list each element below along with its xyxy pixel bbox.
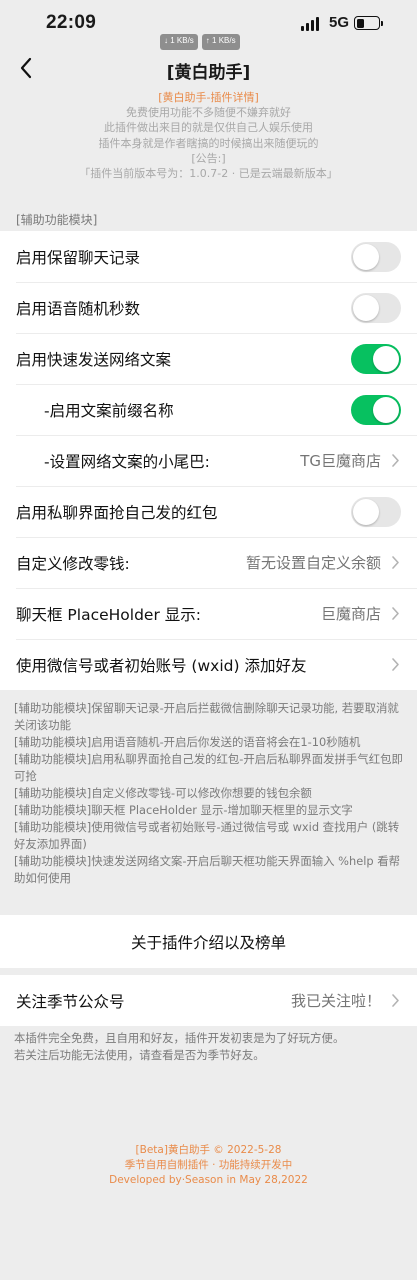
setting-add-friend-by-wxid[interactable]: 使用微信号或者初始账号 (wxid) 添加好友 xyxy=(0,639,417,690)
footer: [Beta]黄白助手 © 2022-5-28 季节自用自制插件 · 功能持续开发… xyxy=(0,1143,417,1188)
follow-official-account-row[interactable]: 关注季节公众号 我已关注啦！ xyxy=(0,975,417,1026)
plugin-info-line: 免费使用功能不多随便不嫌弃就好 xyxy=(126,106,291,120)
settings-card: 启用保留聊天记录 启用语音随机秒数 启用快速发送网络文案 -启用文案前缀名称 -… xyxy=(0,231,417,690)
description-item: [辅助功能模块]自定义修改零钱-可以修改你想要的钱包余额 xyxy=(14,786,312,800)
setting-value: 巨魔商店 xyxy=(320,605,381,623)
setting-copy-prefix-name: -启用文案前缀名称 xyxy=(0,384,417,435)
signal-icon xyxy=(301,17,319,31)
setting-label: 使用微信号或者初始账号 (wxid) 添加好友 xyxy=(16,656,307,675)
follow-note: 本插件完全免费，且自用和好友，插件开发初衷是为了好玩方便。 若关注后功能无法使用… xyxy=(14,1030,406,1064)
setting-keep-chat-history: 启用保留聊天记录 xyxy=(0,231,417,282)
description-item: [辅助功能模块]使用微信号或者初始账号-通过微信号或 wxid 查找用户 (跳转… xyxy=(14,820,400,851)
chevron-right-icon xyxy=(391,657,401,673)
chevron-right-icon xyxy=(391,555,401,571)
description-item: [辅助功能模块]快速发送网络文案-开启后聊天框功能天界面输入 %help 看帮助… xyxy=(14,854,401,885)
description-item: [辅助功能模块]保留聊天记录-开启后拦截微信删除聊天记录功能, 若要取消就关闭该… xyxy=(14,701,399,732)
description-item: [辅助功能模块]启用私聊界面抢自己发的红包-开启后私聊界面发拼手气红包即可抢 xyxy=(14,752,403,783)
download-speed: ↓ 1 KB/s xyxy=(160,34,198,50)
follow-status: 我已关注啦！ xyxy=(290,992,381,1010)
nav-bar: [黄白助手] xyxy=(0,52,417,86)
keep-chat-history-toggle[interactable] xyxy=(351,241,401,272)
follow-note-line: 本插件完全免费，且自用和好友，插件开发初衷是为了好玩方便。 xyxy=(14,1031,345,1045)
setting-label: -设置网络文案的小尾巴: xyxy=(44,452,210,471)
feature-descriptions: [辅助功能模块]保留聊天记录-开启后拦截微信删除聊天记录功能, 若要取消就关闭该… xyxy=(14,700,406,887)
setting-grab-own-red-packet: 启用私聊界面抢自己发的红包 xyxy=(0,486,417,537)
setting-label: 启用语音随机秒数 xyxy=(16,299,141,318)
setting-label: 启用保留聊天记录 xyxy=(16,248,141,267)
follow-card: 关注季节公众号 我已关注啦！ xyxy=(0,975,417,1026)
setting-label: 聊天框 PlaceHolder 显示: xyxy=(16,605,201,624)
about-plugin-button[interactable]: 关于插件介绍以及榜单 xyxy=(0,915,417,968)
status-time: 22:09 xyxy=(46,12,97,33)
setting-label: 自定义修改零钱: xyxy=(16,554,130,573)
status-bar: 22:09 ↓ 1 KB/s ↑ 1 KB/s 5G xyxy=(0,0,417,52)
grab-red-packet-toggle[interactable] xyxy=(351,496,401,527)
chevron-right-icon xyxy=(391,606,401,622)
follow-note-line: 若关注后功能无法使用，请查看是否为季节好友。 xyxy=(14,1048,265,1062)
description-item: [辅助功能模块]启用语音随机-开启后你发送的语音将会在1-10秒随机 xyxy=(14,735,361,749)
version-info: 「插件当前版本号为：1.0.7-2 · 已是云端最新版本」 xyxy=(79,167,338,181)
setting-copy-tail[interactable]: -设置网络文案的小尾巴: TG巨魔商店 xyxy=(0,435,417,486)
quick-send-copy-toggle[interactable] xyxy=(351,343,401,374)
setting-quick-send-copy: 启用快速发送网络文案 xyxy=(0,333,417,384)
network-speed-indicator: ↓ 1 KB/s ↑ 1 KB/s xyxy=(160,34,240,50)
copy-prefix-toggle[interactable] xyxy=(351,394,401,425)
setting-label: 启用快速发送网络文案 xyxy=(16,350,172,369)
network-type: 5G xyxy=(329,14,350,31)
plugin-info: [黄白助手-插件详情] 免费使用功能不多随便不嫌弃就好 此插件做出来目的就是仅供… xyxy=(0,90,417,181)
footer-copyright: [Beta]黄白助手 © 2022-5-28 xyxy=(135,1144,282,1156)
setting-value: TG巨魔商店 xyxy=(300,452,381,470)
announcement-label: [公告:] xyxy=(191,151,226,165)
voice-random-toggle[interactable] xyxy=(351,292,401,323)
setting-voice-random-seconds: 启用语音随机秒数 xyxy=(0,282,417,333)
plugin-info-heading: [黄白助手-插件详情] xyxy=(158,91,259,104)
footer-tagline: 季节自用自制插件 · 功能持续开发中 xyxy=(124,1159,293,1171)
setting-label: -启用文案前缀名称 xyxy=(44,401,174,420)
page-title: [黄白助手] xyxy=(166,63,251,83)
plugin-info-line: 插件本身就是作者瞎搞的时候搞出来随便玩的 xyxy=(98,136,319,150)
upload-speed: ↑ 1 KB/s xyxy=(201,34,240,50)
section-label: [辅助功能模块] xyxy=(16,213,98,227)
chevron-right-icon xyxy=(391,453,401,469)
setting-label: 启用私聊界面抢自己发的红包 xyxy=(16,503,218,522)
battery-icon xyxy=(354,16,383,30)
setting-placeholder-text[interactable]: 聊天框 PlaceHolder 显示: 巨魔商店 xyxy=(0,588,417,639)
follow-label: 关注季节公众号 xyxy=(16,992,125,1011)
setting-custom-balance[interactable]: 自定义修改零钱: 暂无设置自定义余额 xyxy=(0,537,417,588)
description-item: [辅助功能模块]聊天框 PlaceHolder 显示-增加聊天框里的显示文字 xyxy=(14,803,353,817)
plugin-info-line: 此插件做出来目的就是仅供自己人娱乐使用 xyxy=(104,121,313,135)
chevron-right-icon xyxy=(391,993,401,1009)
footer-developer: Developed by·Season in May 28,2022 xyxy=(109,1174,308,1186)
setting-value: 暂无设置自定义余额 xyxy=(245,554,381,572)
